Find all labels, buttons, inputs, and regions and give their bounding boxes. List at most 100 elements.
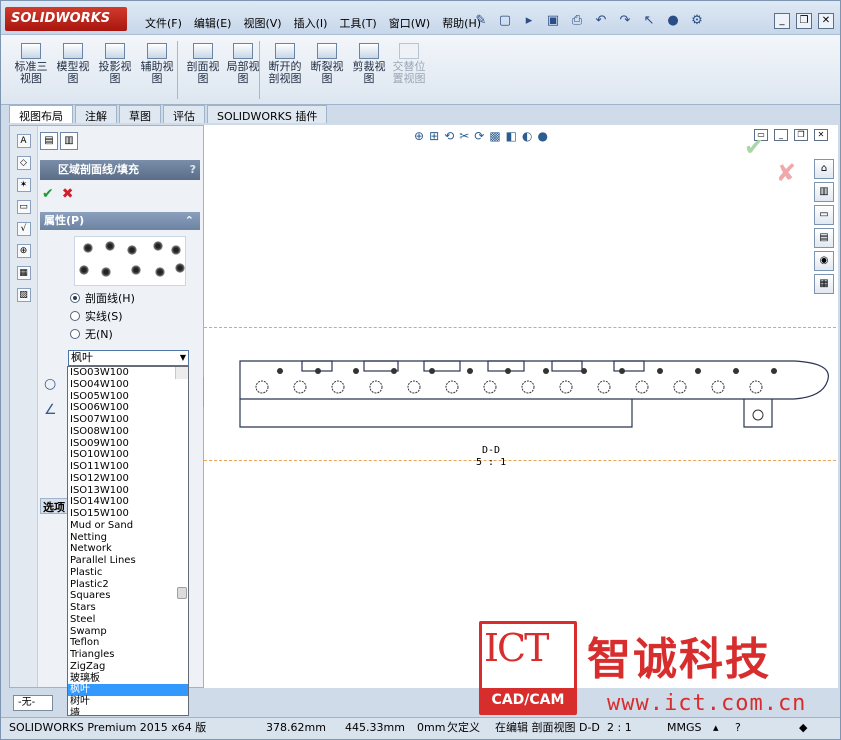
feature-tree-tab-icon[interactable]: ▤ (40, 132, 58, 150)
traffic-light-icon[interactable]: ● (663, 11, 683, 31)
new-document-icon[interactable]: ▢ (495, 11, 515, 31)
dropdown-option[interactable]: ISO07W100 (68, 414, 188, 426)
home-icon[interactable]: ⌂ (814, 159, 834, 179)
command-button[interactable]: 剖面视 图 (183, 43, 223, 85)
open-folder-icon[interactable]: ▸ (519, 11, 539, 31)
command-tab[interactable]: 评估 (163, 105, 205, 123)
pattern-select[interactable]: 枫叶 ▼ (68, 350, 189, 366)
confirm-cancel-icon[interactable]: ✘ (776, 159, 796, 187)
dropdown-option[interactable]: ISO14W100 (68, 496, 188, 508)
radio-none[interactable]: 无(N) (70, 328, 135, 341)
file-explorer-icon[interactable]: ▭ (814, 205, 834, 225)
display-style-icon[interactable]: ▩ (489, 129, 500, 143)
command-button[interactable]: 交替位 置视图 (389, 43, 429, 85)
view-palette-icon[interactable]: ▤ (814, 228, 834, 248)
appearance-icon[interactable]: ● (537, 129, 547, 143)
zoom-area-icon[interactable]: ⊞ (429, 129, 439, 143)
scrollbar-thumb[interactable] (177, 587, 187, 599)
section-view-d-d[interactable] (234, 357, 834, 437)
dropdown-option[interactable]: 树叶 (68, 696, 188, 708)
menu-item[interactable]: 插入(I) (288, 15, 334, 31)
dropdown-option[interactable]: 枫叶 (68, 684, 188, 696)
dropdown-option[interactable]: Plastic2 (68, 579, 188, 591)
select-cursor-icon[interactable]: ↖ (639, 11, 659, 31)
command-tab[interactable]: 草图 (119, 105, 161, 123)
dropdown-option[interactable]: 墙 (68, 708, 188, 715)
command-button[interactable]: 投影视 图 (95, 43, 135, 85)
close-view-icon[interactable]: ✕ (814, 129, 828, 141)
dropdown-option[interactable]: 玻璃板 (68, 673, 188, 685)
pin-icon[interactable]: ✎ (471, 11, 491, 31)
dropdown-option[interactable]: Plastic (68, 567, 188, 579)
redo-icon[interactable]: ↷ (615, 11, 635, 31)
print-icon[interactable]: ⎙ (567, 11, 587, 31)
dropdown-option[interactable]: ISO10W100 (68, 449, 188, 461)
appearances-icon[interactable]: ◉ (814, 251, 834, 271)
menu-item[interactable]: 工具(T) (333, 15, 382, 31)
unit-system[interactable]: MMGS (667, 718, 702, 738)
balloon-icon[interactable]: ◇ (16, 156, 31, 170)
dropdown-option[interactable]: ISO11W100 (68, 461, 188, 473)
command-button[interactable]: 局部视 图 (223, 43, 263, 85)
previous-view-icon[interactable]: ⟲ (444, 129, 454, 143)
command-button[interactable]: 标准三 视图 (11, 43, 51, 85)
dropdown-option[interactable]: Steel (68, 614, 188, 626)
dropdown-option[interactable]: ISO12W100 (68, 473, 188, 485)
help-question-icon[interactable]: ? (735, 718, 741, 738)
rebuild-icon[interactable]: ◆ (799, 718, 807, 738)
command-button[interactable]: 断裂视 图 (307, 43, 347, 85)
dropdown-option[interactable]: Teflon (68, 637, 188, 649)
dropdown-option[interactable]: Netting (68, 532, 188, 544)
hole-callout-icon[interactable]: ⊕ (16, 244, 31, 258)
menu-item[interactable]: 编辑(E) (188, 15, 238, 31)
radio-hatch[interactable]: 剖面线(H) (70, 292, 135, 305)
dropdown-option[interactable]: ISO05W100 (68, 391, 188, 403)
menu-item[interactable]: 文件(F) (139, 15, 188, 31)
hide-show-icon[interactable]: ◐ (522, 129, 532, 143)
dropdown-option[interactable]: ISO15W100 (68, 508, 188, 520)
chevron-down-icon[interactable]: ▼ (180, 351, 186, 365)
ok-check-icon[interactable]: ✔ (42, 186, 54, 202)
radio-solid[interactable]: 实线(S) (70, 310, 135, 323)
view-orientation-icon[interactable]: ◧ (506, 129, 517, 143)
note-icon[interactable]: A (16, 134, 31, 148)
dropdown-option[interactable]: ISO04W100 (68, 379, 188, 391)
dropdown-scrollbar[interactable] (175, 367, 188, 599)
dropdown-option[interactable]: Squares (68, 590, 188, 602)
cancel-x-icon[interactable]: ✖ (62, 186, 74, 202)
save-icon[interactable]: ▣ (543, 11, 563, 31)
menu-item[interactable]: 视图(V) (237, 15, 287, 31)
restore-view-icon[interactable]: ❐ (794, 129, 808, 141)
close-icon[interactable]: ✕ (818, 13, 834, 29)
dropdown-option[interactable]: ISO06W100 (68, 402, 188, 414)
layer-select[interactable]: -无- (13, 695, 53, 711)
dropdown-option[interactable]: ISO08W100 (68, 426, 188, 438)
command-button[interactable]: 模型视 图 (53, 43, 93, 85)
section-view-icon[interactable]: ✂ (459, 129, 469, 143)
dropdown-option[interactable]: Mud or Sand (68, 520, 188, 532)
minimize-icon[interactable]: _ (774, 13, 790, 29)
properties-section-header[interactable]: 属性(P) ⌃ (40, 212, 200, 230)
options-section-header[interactable]: 选项 (40, 498, 70, 514)
datum-icon[interactable]: ▭ (16, 200, 31, 214)
minimize-view-icon[interactable]: _ (774, 129, 788, 141)
radio-dot[interactable] (70, 311, 80, 321)
dropdown-option[interactable]: ISO03W100 (68, 367, 188, 379)
design-library-icon[interactable]: ▥ (814, 182, 834, 202)
table-icon[interactable]: ▦ (16, 266, 31, 280)
rotate-icon[interactable]: ⟳ (474, 129, 484, 143)
command-tab[interactable]: 注解 (75, 105, 117, 123)
help-icon[interactable]: ? (190, 160, 196, 180)
command-tab[interactable]: SOLIDWORKS 插件 (207, 105, 328, 123)
dropdown-option[interactable]: Swamp (68, 626, 188, 638)
command-button[interactable]: 剪裁视 图 (349, 43, 389, 85)
radio-dot[interactable] (70, 293, 80, 303)
confirm-ok-icon[interactable]: ✔ (744, 133, 764, 161)
collapse-chevron-icon[interactable]: ⌃ (185, 212, 194, 230)
zoom-fit-icon[interactable]: ⊕ (414, 129, 424, 143)
dropdown-option[interactable]: Parallel Lines (68, 555, 188, 567)
undo-icon[interactable]: ↶ (591, 11, 611, 31)
dropdown-option[interactable]: ISO09W100 (68, 438, 188, 450)
command-button[interactable]: 断开的 剖视图 (265, 43, 305, 85)
unit-up-icon[interactable]: ▴ (713, 718, 719, 738)
